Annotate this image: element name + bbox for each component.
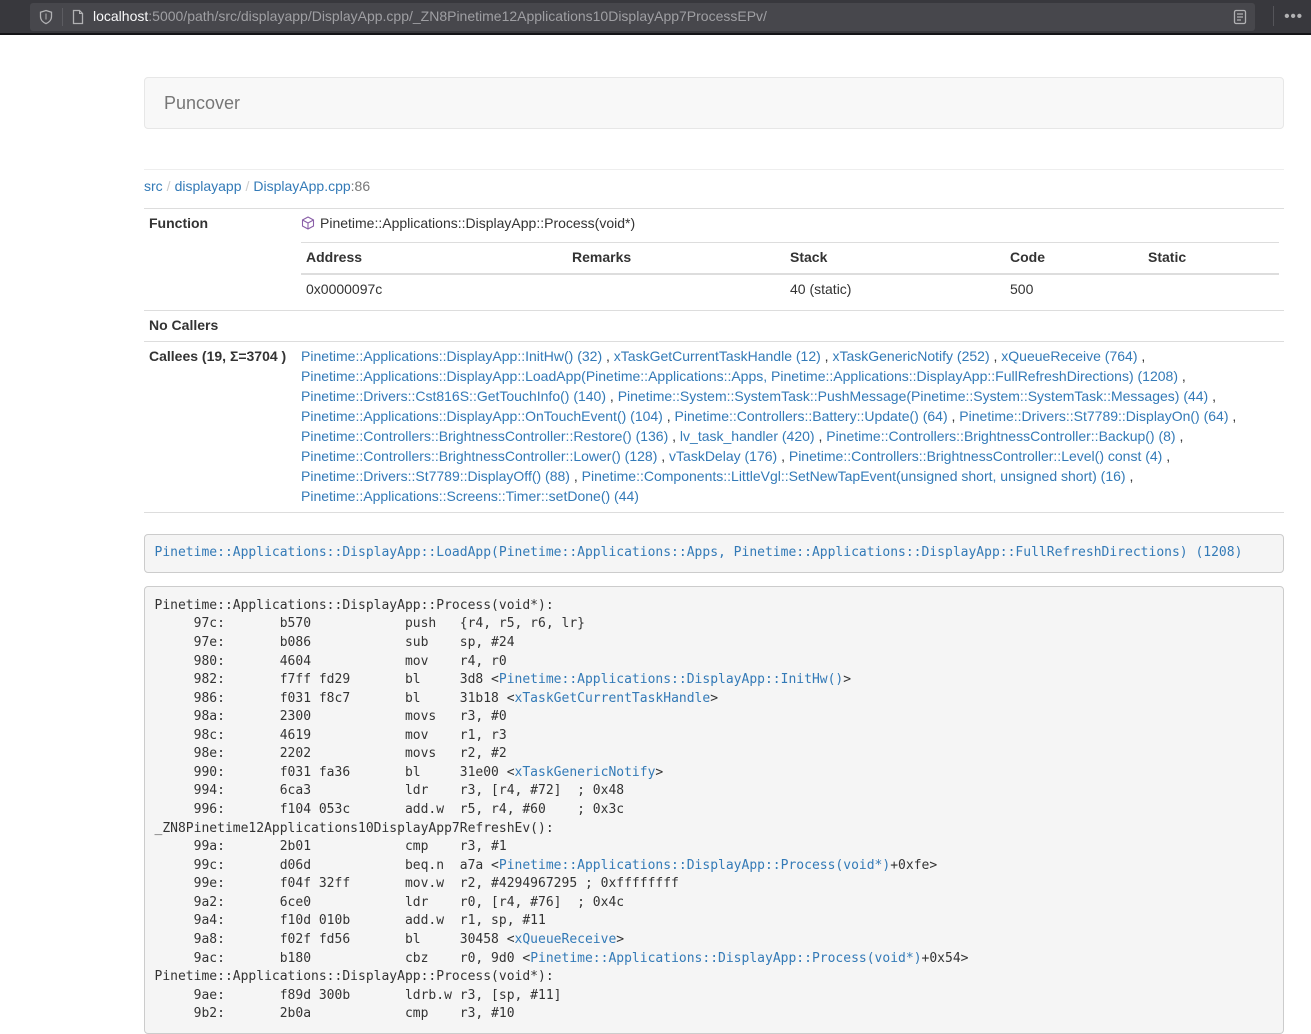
callee-link[interactable]: Pinetime::Controllers::BrightnessControl… bbox=[301, 428, 668, 444]
navbar: Puncover bbox=[144, 77, 1284, 129]
callee-link[interactable]: Pinetime::Controllers::BrightnessControl… bbox=[826, 428, 1175, 444]
url-bar[interactable]: localhost:5000/path/src/displayapp/Displ… bbox=[30, 3, 1255, 31]
cell-remarks bbox=[567, 274, 785, 305]
cell-static bbox=[1143, 274, 1279, 305]
url-host: localhost bbox=[93, 8, 148, 24]
breadcrumb-item-displayapp[interactable]: displayapp bbox=[175, 178, 242, 194]
asm-symbol-link[interactable]: Pinetime::Applications::DisplayApp::Proc… bbox=[499, 858, 890, 873]
asm-symbol-link[interactable]: Pinetime::Applications::DisplayApp::Proc… bbox=[530, 951, 921, 966]
no-callers-label: No Callers bbox=[144, 310, 296, 341]
breadcrumb-line-number: :86 bbox=[351, 178, 370, 194]
callee-link[interactable]: Pinetime::Applications::DisplayApp::Load… bbox=[301, 368, 1178, 384]
breadcrumb-item-file[interactable]: DisplayApp.cpp bbox=[253, 178, 350, 194]
callee-link[interactable]: Pinetime::Controllers::Battery::Update()… bbox=[675, 408, 948, 424]
callee-link[interactable]: Pinetime::Controllers::BrightnessControl… bbox=[789, 448, 1162, 464]
cell-address: 0x0000097c bbox=[301, 274, 567, 305]
breadcrumb-separator: / bbox=[242, 178, 254, 194]
breadcrumb: src/displayapp/DisplayApp.cpp:86 bbox=[144, 177, 1284, 197]
breadcrumb-item-src[interactable]: src bbox=[144, 178, 163, 194]
callee-link[interactable]: Pinetime::Applications::DisplayApp::OnTo… bbox=[301, 408, 663, 424]
browser-toolbar: localhost:5000/path/src/displayapp/Displ… bbox=[0, 0, 1311, 35]
divider-rule bbox=[144, 169, 1284, 170]
column-header-address: Address bbox=[301, 242, 567, 273]
callee-link[interactable]: xQueueReceive (764) bbox=[1001, 348, 1137, 364]
function-name: Pinetime::Applications::DisplayApp::Proc… bbox=[320, 215, 635, 231]
toolbar-divider bbox=[1273, 6, 1274, 26]
callee-link[interactable]: Pinetime::Drivers::St7789::DisplayOn() (… bbox=[959, 408, 1228, 424]
callee-link[interactable]: xTaskGetCurrentTaskHandle (12) bbox=[614, 348, 821, 364]
callee-link[interactable]: vTaskDelay (176) bbox=[669, 448, 777, 464]
url-text: localhost:5000/path/src/displayapp/Displ… bbox=[93, 7, 767, 27]
cell-stack: 40 (static) bbox=[785, 274, 1005, 305]
column-header-stack: Stack bbox=[785, 242, 1005, 273]
callee-link[interactable]: Pinetime::Applications::DisplayApp::Init… bbox=[301, 348, 602, 364]
callee-link[interactable]: Pinetime::Applications::Screens::Timer::… bbox=[301, 488, 639, 504]
assembly-listing: Pinetime::Applications::DisplayApp::Proc… bbox=[144, 586, 1284, 1034]
brand-puncover[interactable]: Puncover bbox=[145, 78, 255, 128]
detail-header-row: Address Remarks Stack Code Static bbox=[301, 242, 1279, 273]
url-path: :5000/path/src/displayapp/DisplayApp.cpp… bbox=[148, 8, 767, 24]
no-callers-row: No Callers bbox=[144, 310, 1284, 341]
callee-link[interactable]: Pinetime::Drivers::Cst816S::GetTouchInfo… bbox=[301, 388, 606, 404]
asm-symbol-link[interactable]: xTaskGetCurrentTaskHandle bbox=[515, 691, 711, 706]
shield-icon[interactable] bbox=[38, 9, 54, 25]
column-header-static: Static bbox=[1143, 242, 1279, 273]
urlbar-divider bbox=[62, 8, 63, 26]
callee-link[interactable]: Pinetime::Controllers::BrightnessControl… bbox=[301, 448, 657, 464]
callee-link[interactable]: lv_task_handler (420) bbox=[680, 428, 815, 444]
reader-mode-icon[interactable] bbox=[1233, 9, 1247, 25]
caller-snippet-block: Pinetime::Applications::DisplayApp::Load… bbox=[144, 534, 1284, 574]
asm-symbol-link[interactable]: xQueueReceive bbox=[515, 932, 617, 947]
callees-list: Pinetime::Applications::DisplayApp::Init… bbox=[296, 341, 1284, 512]
function-detail-table: Address Remarks Stack Code Static 0x0000… bbox=[301, 242, 1279, 305]
cell-code: 500 bbox=[1005, 274, 1143, 305]
column-header-code: Code bbox=[1005, 242, 1143, 273]
function-label: Function bbox=[144, 208, 296, 310]
column-header-remarks: Remarks bbox=[567, 242, 785, 273]
breadcrumb-separator: / bbox=[163, 178, 175, 194]
loadapp-symbol-link[interactable]: Pinetime::Applications::DisplayApp::Load… bbox=[155, 545, 1243, 560]
callees-row: Callees (19, Σ=3704 ) Pinetime::Applicat… bbox=[144, 341, 1284, 512]
function-table: Function Pinetime::Applications::Display… bbox=[144, 208, 1284, 513]
symbol-cube-icon bbox=[301, 216, 315, 236]
function-name-line: Pinetime::Applications::DisplayApp::Proc… bbox=[301, 214, 1279, 236]
detail-data-row: 0x0000097c 40 (static) 500 bbox=[301, 274, 1279, 305]
callee-link[interactable]: Pinetime::Components::LittleVgl::SetNewT… bbox=[582, 468, 1126, 484]
callee-link[interactable]: Pinetime::Drivers::St7789::DisplayOff() … bbox=[301, 468, 570, 484]
asm-symbol-link[interactable]: Pinetime::Applications::DisplayApp::Init… bbox=[499, 672, 843, 687]
page-container: Puncover src/displayapp/DisplayApp.cpp:8… bbox=[144, 77, 1284, 1034]
callees-label: Callees (19, Σ=3704 ) bbox=[144, 341, 296, 512]
page-icon[interactable] bbox=[71, 9, 85, 25]
callee-link[interactable]: Pinetime::System::SystemTask::PushMessag… bbox=[618, 388, 1209, 404]
function-row: Function Pinetime::Applications::Display… bbox=[144, 208, 1284, 310]
asm-symbol-link[interactable]: xTaskGenericNotify bbox=[515, 765, 656, 780]
more-menu-icon[interactable]: ••• bbox=[1284, 6, 1303, 27]
no-callers-cell bbox=[296, 310, 1284, 341]
callee-link[interactable]: xTaskGenericNotify (252) bbox=[832, 348, 989, 364]
